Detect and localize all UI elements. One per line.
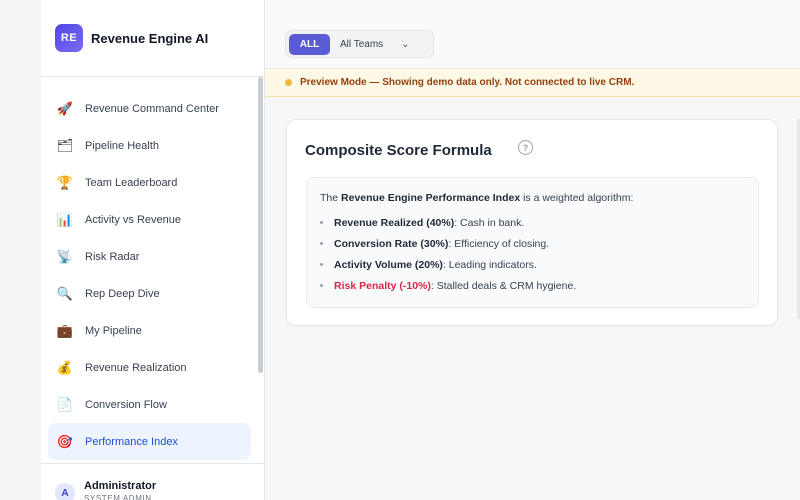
sidebar-item-performance-index[interactable]: 🎯 Performance Index: [48, 423, 251, 460]
chevron-down-icon: ⌄: [401, 38, 410, 50]
brand-logo: RE: [55, 24, 83, 52]
brand-header: RE Revenue Engine AI: [41, 0, 264, 77]
formula-item: Activity Volume (20%): Leading indicator…: [320, 254, 745, 275]
avatar: A: [55, 483, 75, 500]
bullet-icon: [320, 263, 323, 266]
trophy-icon: 🏆: [56, 174, 74, 190]
formula-card: Composite Score Formula ? The Revenue En…: [286, 119, 778, 326]
brand-name: Revenue Engine AI: [91, 30, 209, 46]
formula-item-desc: : Stalled deals & CRM hygiene.: [430, 279, 577, 292]
formula-item-term: Conversion Rate (30%): [334, 237, 449, 250]
formula-item: Conversion Rate (30%): Efficiency of clo…: [320, 233, 745, 254]
sidebar-item-pipeline-health[interactable]: 🗂 Pipeline Health: [41, 127, 257, 164]
document-icon: 📄: [56, 396, 74, 412]
sidebar-item-label: Revenue Command Center: [85, 102, 219, 115]
bar-chart-icon: 📊: [56, 211, 74, 227]
formula-item-term: Activity Volume (20%): [334, 258, 443, 271]
user-name: Administrator: [84, 480, 157, 492]
formula-item-term: Revenue Realized (40%): [334, 216, 455, 229]
formula-item-desc: : Efficiency of closing.: [448, 237, 550, 250]
user-role: SYSTEM ADMIN: [84, 494, 152, 500]
sidebar: RE Revenue Engine AI 🚀 Revenue Command Ce…: [41, 0, 265, 500]
topbar: ALL All Teams ⌄: [265, 0, 800, 69]
help-icon[interactable]: ?: [518, 140, 533, 155]
sidebar-item-risk-radar[interactable]: 📡 Risk Radar: [41, 238, 257, 275]
bullet-icon: [320, 221, 323, 224]
rocket-icon: 🚀: [56, 100, 74, 116]
intro-pre: The: [320, 192, 342, 204]
sidebar-item-label: Activity vs Revenue: [85, 213, 181, 226]
user-profile[interactable]: A Administrator SYSTEM ADMIN: [41, 463, 264, 500]
sidebar-item-my-pipeline[interactable]: 💼 My Pipeline: [41, 312, 257, 349]
briefcase-icon: 💼: [56, 322, 74, 338]
sidebar-item-conversion-flow[interactable]: 📄 Conversion Flow: [41, 386, 257, 423]
sidebar-item-label: Pipeline Health: [85, 139, 159, 152]
pipeline-icon: 🗂: [56, 137, 74, 153]
sidebar-item-label: Performance Index: [85, 435, 178, 448]
sidebar-item-label: Risk Radar: [85, 250, 140, 263]
team-select[interactable]: All Teams ⌄: [340, 39, 410, 50]
preview-banner: Preview Mode — Showing demo data only. N…: [265, 69, 800, 97]
formula-item-desc: : Leading indicators.: [442, 258, 537, 271]
sidebar-scrollbar[interactable]: [258, 77, 263, 373]
sidebar-item-rep-deep-dive[interactable]: 🔍 Rep Deep Dive: [41, 275, 257, 312]
bullet-icon: [320, 242, 323, 245]
sidebar-item-label: Rep Deep Dive: [85, 287, 160, 300]
all-filter-button[interactable]: ALL: [289, 33, 330, 55]
target-icon: 🎯: [56, 433, 74, 449]
formula-item-desc: : Cash in bank.: [454, 216, 525, 229]
user-text: Administrator SYSTEM ADMIN: [84, 480, 156, 500]
sidebar-item-label: My Pipeline: [85, 324, 142, 337]
card-title: Composite Score Formula: [305, 142, 492, 159]
money-bag-icon: 💰: [56, 359, 74, 375]
magnifier-icon: 🔍: [56, 285, 74, 301]
sidebar-item-label: Team Leaderboard: [85, 176, 178, 189]
team-filter-group: ALL All Teams ⌄: [285, 30, 434, 58]
left-gutter: [0, 0, 41, 500]
intro-bold: Revenue Engine Performance Index: [341, 192, 521, 204]
sidebar-nav: 🚀 Revenue Command Center 🗂 Pipeline Health 🏆…: [41, 90, 257, 460]
radar-icon: 📡: [56, 248, 74, 264]
formula-list: Revenue Realized (40%): Cash in bank. Con…: [320, 212, 745, 296]
sidebar-item-label: Revenue Realization: [85, 361, 187, 374]
sidebar-item-revenue-command-center[interactable]: 🚀 Revenue Command Center: [41, 90, 257, 127]
sidebar-item-activity-vs-revenue[interactable]: 📊 Activity vs Revenue: [41, 201, 257, 238]
formula-item: Risk Penalty (-10%): Stalled deals & CRM…: [320, 275, 745, 296]
sidebar-item-team-leaderboard[interactable]: 🏆 Team Leaderboard: [41, 164, 257, 201]
formula-intro: The Revenue Engine Performance Index is …: [320, 192, 745, 204]
formula-item: Revenue Realized (40%): Cash in bank.: [320, 212, 745, 233]
bullet-icon: [320, 284, 323, 287]
formula-box: The Revenue Engine Performance Index is …: [306, 177, 759, 308]
banner-text: Preview Mode — Showing demo data only. N…: [300, 77, 635, 88]
formula-item-term: Risk Penalty (-10%): [334, 279, 431, 292]
intro-post: is a weighted algorithm:: [520, 192, 634, 204]
sidebar-item-label: Conversion Flow: [85, 398, 167, 411]
warning-dot-icon: [285, 79, 292, 86]
team-select-value: All Teams: [340, 38, 384, 50]
sidebar-item-revenue-realization[interactable]: 💰 Revenue Realization: [41, 349, 257, 386]
